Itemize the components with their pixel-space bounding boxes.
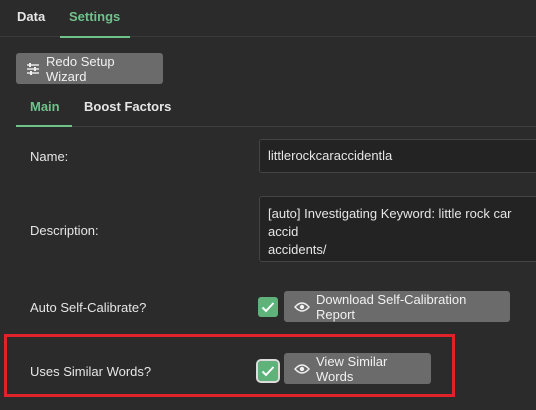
- auto-self-calibrate-label: Auto Self-Calibrate?: [30, 300, 147, 315]
- eye-icon: [294, 363, 310, 375]
- uses-similar-words-label: Uses Similar Words?: [30, 364, 152, 379]
- name-label: Name:: [30, 149, 69, 164]
- top-tab-bar: Data Settings: [0, 0, 536, 38]
- view-similar-words-button[interactable]: View Similar Words: [284, 353, 431, 384]
- description-field[interactable]: [auto] Investigating Keyword: little roc…: [259, 196, 536, 262]
- checkmark-icon: [261, 301, 275, 313]
- auto-self-calibrate-checkbox[interactable]: [258, 297, 278, 317]
- view-similar-words-label: View Similar Words: [316, 353, 388, 384]
- download-calibration-report-button[interactable]: Download Self-Calibration Report: [284, 291, 510, 322]
- redo-setup-wizard-button[interactable]: Redo Setup Wizard: [16, 53, 163, 84]
- tab-main[interactable]: Main: [30, 98, 60, 126]
- name-field[interactable]: littlerockcaraccidentla: [259, 139, 536, 173]
- redo-setup-wizard-label: Redo Setup Wizard: [46, 53, 115, 84]
- tab-data[interactable]: Data: [17, 0, 45, 36]
- tab-boost-factors[interactable]: Boost Factors: [84, 98, 171, 126]
- description-label: Description:: [30, 223, 99, 238]
- uses-similar-words-checkbox[interactable]: [256, 359, 280, 383]
- checkmark-icon: [261, 365, 275, 377]
- eye-icon: [294, 301, 310, 313]
- tab-settings[interactable]: Settings: [59, 0, 131, 38]
- sub-tab-divider: [16, 125, 536, 127]
- download-calibration-report-label: Download Self-Calibration Report: [316, 291, 467, 322]
- sliders-icon: [26, 62, 40, 75]
